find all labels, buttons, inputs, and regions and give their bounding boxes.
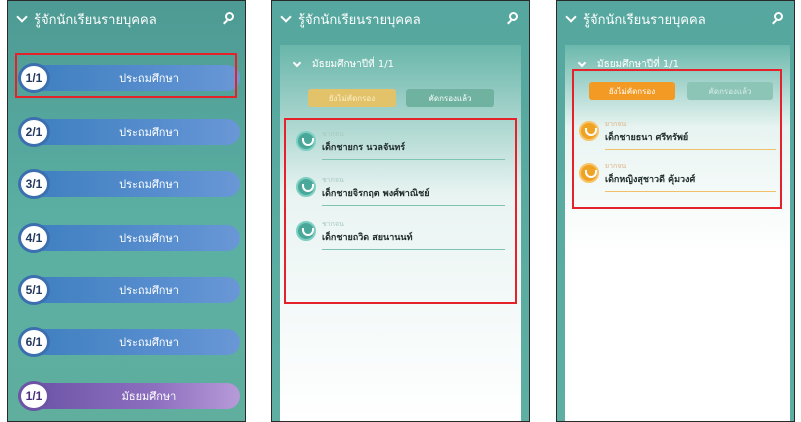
chevron-down-icon [292,58,302,67]
class-list-screen: รู้จักนักเรียนรายบุคคล ประถมศึกษา 1/1 ปร… [7,0,246,422]
tab-screened[interactable]: คัดกรองแล้ว [406,89,494,107]
class-level-label: ประถมศึกษา [28,225,240,251]
class-level-label: ประถมศึกษา [28,171,240,197]
app-header: รู้จักนักเรียนรายบุคคล [272,1,529,37]
class-level-label: ประถมศึกษา [28,329,240,355]
search-icon[interactable] [772,12,784,25]
tab-not-screened[interactable]: ยังไม่คัดกรอง [308,89,396,107]
panel-header[interactable]: มัธยมศึกษาปีที่ 1/1 [292,57,394,72]
class-row[interactable]: ประถมศึกษา 6/1 [18,327,240,357]
class-badge: 4/1 [18,223,50,253]
app-header: รู้จักนักเรียนรายบุคคล [557,1,794,37]
chevron-down-icon[interactable] [16,11,28,23]
student-list-screen: รู้จักนักเรียนรายบุคคล มัธยมศึกษาปีที่ 1… [271,0,530,422]
class-level-label: ประถมศึกษา [28,277,240,303]
highlight-box [572,69,782,209]
class-row[interactable]: ประถมศึกษา 2/1 [18,117,240,147]
class-badge: 1/1 [18,381,50,411]
class-badge: 6/1 [18,327,50,357]
class-badge: 5/1 [18,275,50,305]
chevron-down-icon[interactable] [565,11,577,23]
chevron-down-icon[interactable] [280,11,292,23]
class-badge: 3/1 [18,169,50,199]
class-level-label: ประถมศึกษา [28,119,240,145]
chevron-down-icon [577,58,587,67]
highlight-box [284,118,517,304]
class-row[interactable]: ประถมศึกษา 4/1 [18,223,240,253]
search-icon[interactable] [507,12,519,25]
class-level-label: มัธยมศึกษา [28,383,240,409]
app-title: รู้จักนักเรียนรายบุคคล [34,12,157,28]
panel-title: มัธยมศึกษาปีที่ 1/1 [312,59,394,70]
class-row[interactable]: ประถมศึกษา 3/1 [18,169,240,199]
class-row[interactable]: ประถมศึกษา 5/1 [18,275,240,305]
class-badge: 2/1 [18,117,50,147]
app-header: รู้จักนักเรียนรายบุคคล [8,1,245,37]
app-title: รู้จักนักเรียนรายบุคคล [583,12,706,28]
student-screening-screen: รู้จักนักเรียนรายบุคคล มัธยมศึกษาปีที่ 1… [556,0,795,422]
app-title: รู้จักนักเรียนรายบุคคล [298,12,421,28]
highlight-box [15,53,237,98]
search-icon[interactable] [223,12,235,25]
class-row[interactable]: มัธยมศึกษา 1/1 [18,381,240,411]
